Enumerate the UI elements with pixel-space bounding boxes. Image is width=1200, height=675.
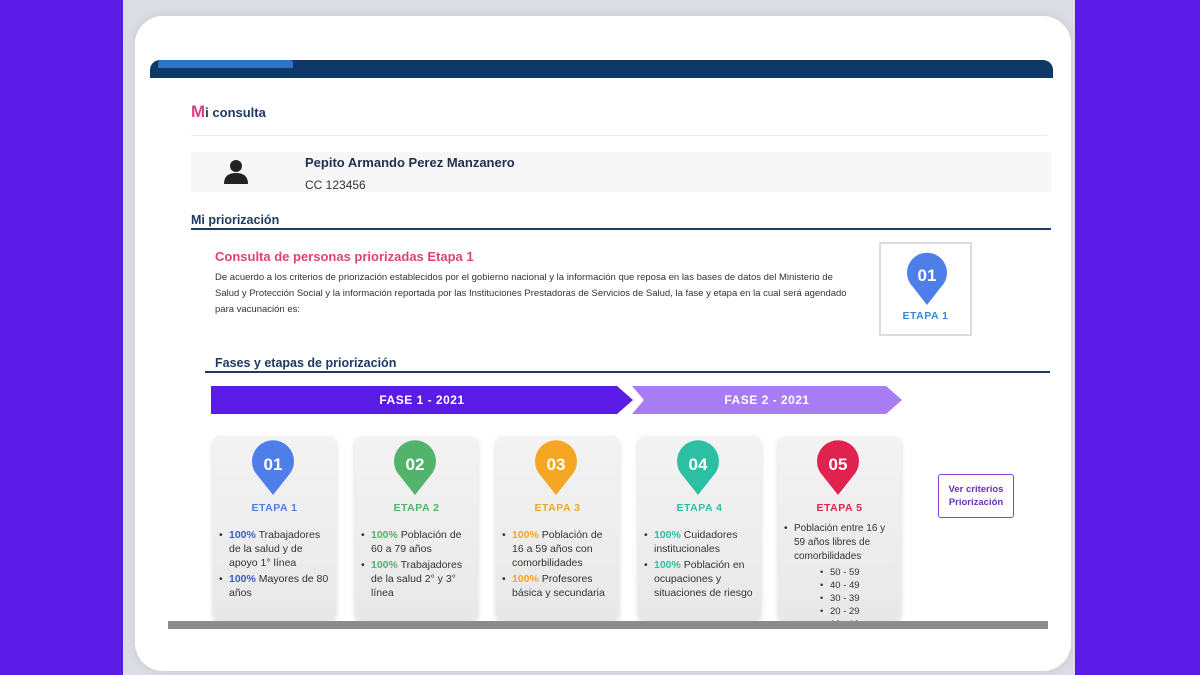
assigned-stage-number: 01 xyxy=(918,266,937,285)
stage-5-item-1: Población entre 16 y 59 años libres de c… xyxy=(784,522,899,631)
stage-card-4: 04 ETAPA 4 100% Cuidadores institucional… xyxy=(638,436,761,621)
stage-4-pin-icon: 04 xyxy=(677,440,719,495)
stage-5-number: 05 xyxy=(829,455,848,474)
stage-5-label: ETAPA 5 xyxy=(816,502,863,514)
stage-3-item-1-pct: 100% xyxy=(512,529,539,541)
stage-4-item-2: 100% Población en ocupaciones y situacio… xyxy=(644,558,759,600)
consult-title: Consulta de personas priorizadas Etapa 1 xyxy=(215,249,474,264)
section-title-priorizacion: Mi priorización xyxy=(191,213,280,227)
phase2-arrow: FASE 2 - 2021 xyxy=(632,386,902,414)
stage-1-list: 100% Trabajadores de la salud y de apoyo… xyxy=(219,528,334,602)
stage-card-5: 05 ETAPA 5 Población entre 16 y 59 años … xyxy=(778,436,901,631)
stage-3-list: 100% Población de 16 a 59 años con comor… xyxy=(502,528,617,602)
stage-1-item-1: 100% Trabajadores de la salud y de apoyo… xyxy=(219,528,334,570)
consult-description: De acuerdo a los criterios de priorizaci… xyxy=(215,272,847,315)
assigned-stage-pin-icon: 01 xyxy=(907,252,947,305)
stage-5-item-1-text: Población entre 16 y 59 años libres de c… xyxy=(794,523,886,562)
stage-3-pin-icon: 03 xyxy=(535,440,577,495)
stage-2-number: 02 xyxy=(406,455,425,474)
stage-3-item-2: 100% Profesores básica y secundaria xyxy=(502,572,617,600)
stage-1-number: 01 xyxy=(264,455,283,474)
stage-card-2: 02 ETAPA 2 100% Población de 60 a 79 año… xyxy=(355,436,478,621)
title-divider xyxy=(191,135,1047,136)
stage-3-number: 03 xyxy=(547,455,566,474)
stage-3-label: ETAPA 3 xyxy=(534,502,581,514)
stage-2-item-1: 100% Población de 60 a 79 años xyxy=(361,528,476,556)
stage-5-range-4: 20 - 29 xyxy=(794,605,909,618)
stage-2-item-1-pct: 100% xyxy=(371,529,398,541)
page-title-rest: i consulta xyxy=(205,105,266,120)
stage-4-item-2-pct: 100% xyxy=(654,559,681,571)
section-title-fases: Fases y etapas de priorización xyxy=(215,356,397,370)
stage-2-pin-icon: 02 xyxy=(394,440,436,495)
stage-card-1: 01 ETAPA 1 100% Trabajadores de la salud… xyxy=(213,436,336,621)
page-title: Mi consulta xyxy=(191,102,266,122)
user-avatar-icon xyxy=(224,160,248,184)
fases-divider xyxy=(205,371,1050,373)
stage-2-item-2: 100% Trabajadores de la salud 2° y 3° lí… xyxy=(361,558,476,600)
stage-3-item-2-pct: 100% xyxy=(512,573,539,585)
stage-1-pin-icon: 01 xyxy=(252,440,294,495)
stage-5-pin-icon: 05 xyxy=(817,440,859,495)
horizontal-scrollbar[interactable] xyxy=(168,621,1048,629)
stage-2-list: 100% Población de 60 a 79 años 100% Trab… xyxy=(361,528,476,602)
stage-5-range-1: 50 - 59 xyxy=(794,566,909,579)
user-document: CC 123456 xyxy=(305,178,366,192)
phase2-label: FASE 2 - 2021 xyxy=(724,393,810,407)
stage-5-range-2: 40 - 49 xyxy=(794,579,909,592)
stage-2-label: ETAPA 2 xyxy=(393,502,440,514)
header-accent xyxy=(158,60,293,68)
main-card: Mi consulta Pepito Armando Perez Manzane… xyxy=(135,16,1071,671)
top-header-bar xyxy=(150,60,1053,78)
stage-5-list: Población entre 16 y 59 años libres de c… xyxy=(784,522,899,633)
ver-criterios-button[interactable]: Ver criterios Priorización xyxy=(938,474,1014,518)
stage-1-label: ETAPA 1 xyxy=(251,502,298,514)
stage-1-item-1-pct: 100% xyxy=(229,529,256,541)
phase1-arrow: FASE 1 - 2021 xyxy=(211,386,633,414)
stage-card-3: 03 ETAPA 3 100% Población de 16 a 59 año… xyxy=(496,436,619,621)
page-title-initial: M xyxy=(191,102,206,121)
assigned-stage-box: 01 ETAPA 1 xyxy=(879,242,972,336)
stage-5-range-3: 30 - 39 xyxy=(794,592,909,605)
phase1-label: FASE 1 - 2021 xyxy=(379,393,465,407)
stage-1-item-2: 100% Mayores de 80 años xyxy=(219,572,334,600)
viewport-background: Mi consulta Pepito Armando Perez Manzane… xyxy=(123,0,1075,675)
priorizacion-divider xyxy=(191,228,1051,230)
stage-2-item-2-pct: 100% xyxy=(371,559,398,571)
stage-3-item-1: 100% Población de 16 a 59 años con comor… xyxy=(502,528,617,570)
stage-4-number: 04 xyxy=(689,455,708,474)
stage-4-list: 100% Cuidadores institucionales 100% Pob… xyxy=(644,528,759,602)
stage-1-item-2-pct: 100% xyxy=(229,573,256,585)
user-name: Pepito Armando Perez Manzanero xyxy=(305,155,515,170)
stage-4-item-1: 100% Cuidadores institucionales xyxy=(644,528,759,556)
stage-4-item-1-pct: 100% xyxy=(654,529,681,541)
assigned-stage-label: ETAPA 1 xyxy=(902,310,949,322)
stage-4-label: ETAPA 4 xyxy=(676,502,723,514)
